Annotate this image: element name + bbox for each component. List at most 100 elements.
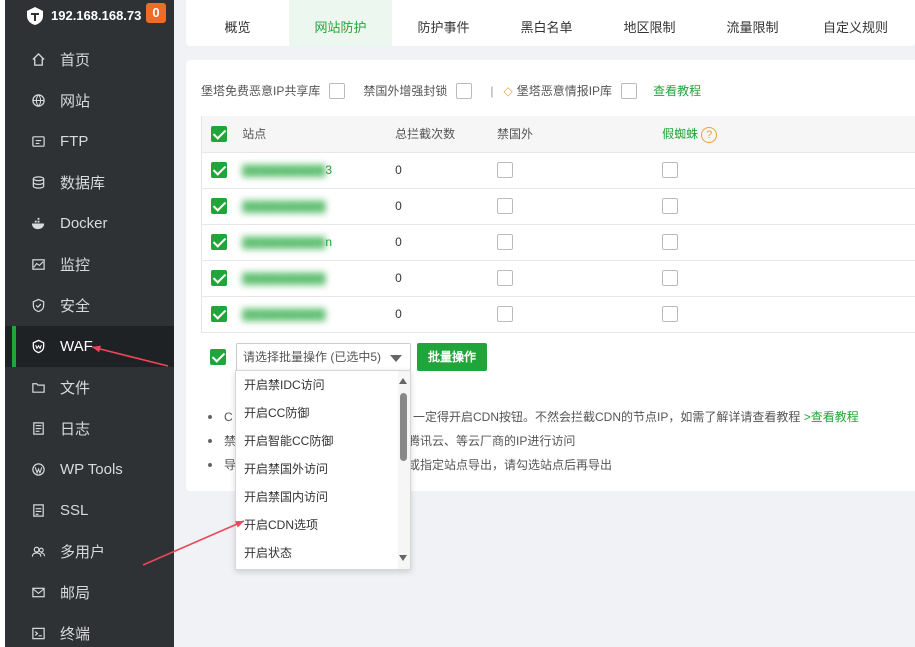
divider: | (490, 83, 494, 98)
sites-table: 站点 总拦截次数 禁国外 假蜘蛛? ▇▇▇▇▇▇▇▇▇3 0 ▇▇▇▇▇▇▇▇▇ 0 ▇… (201, 116, 915, 333)
scroll-down-icon[interactable] (399, 555, 407, 561)
dropdown-option[interactable]: 开启CC防御 (236, 399, 410, 427)
row-checkbox[interactable] (211, 162, 227, 178)
sidebar-item-label: 终端 (60, 626, 91, 643)
sidebar-item-wp-tools[interactable]: WP Tools (5, 449, 174, 490)
sidebar-item-label: WP Tools (60, 461, 123, 478)
share-ip-checkbox[interactable] (329, 82, 346, 99)
foreign-block-checkbox[interactable] (497, 162, 514, 178)
waf-icon (30, 339, 46, 355)
spider-label: 假蜘蛛 (662, 126, 699, 141)
sidebar-item-waf[interactable]: WAF (5, 326, 174, 367)
sidebar-item-label: 多用户 (60, 544, 106, 561)
sidebar-item-监控[interactable]: 监控 (5, 244, 174, 285)
sidebar: 192.168.168.73 0 首页网站 FTP 数据库 Docker 监控安全 WAF… (0, 0, 174, 647)
server-ip: 192.168.168.73 (51, 8, 142, 23)
foreign-block-checkbox[interactable] (497, 306, 514, 322)
sidebar-item-终端[interactable]: 终端 (5, 613, 174, 647)
sidebar-item-安全[interactable]: 安全 (5, 285, 174, 326)
folder-icon (30, 380, 46, 396)
bt-logo-icon (27, 6, 43, 25)
site-name-tail[interactable]: n (325, 235, 332, 249)
tab-6[interactable]: 自定义规则 (804, 0, 907, 46)
database-icon (30, 175, 46, 191)
table-row: ▇▇▇▇▇▇▇▇▇ 0 (201, 188, 915, 225)
table-row: ▇▇▇▇▇▇▇▇▇n 0 (201, 224, 915, 261)
sidebar-item-首页[interactable]: 首页 (5, 39, 174, 80)
scrollbar-thumb[interactable] (400, 393, 407, 461)
row-checkbox[interactable] (211, 234, 227, 250)
sidebar-item-docker[interactable]: Docker (5, 203, 174, 244)
notification-badge[interactable]: 0 (146, 3, 166, 23)
fake-spider-checkbox[interactable] (662, 234, 679, 250)
dropdown-option[interactable]: 开启智能CC防御 (236, 427, 410, 455)
batch-select-value: 请选择批量操作 (已选中5) (243, 350, 382, 364)
dropdown-option[interactable]: 开启状态 (236, 539, 410, 567)
sidebar-item-多用户[interactable]: 多用户 (5, 531, 174, 572)
sidebar-item-label: 首页 (60, 52, 91, 69)
sidebar-item-文件[interactable]: 文件 (5, 367, 174, 408)
batch-operation-button[interactable]: 批量操作 (417, 343, 488, 371)
site-name-blurred[interactable]: ▇▇▇▇▇▇▇▇▇ (242, 271, 325, 285)
row-checkbox[interactable] (211, 270, 227, 286)
monitor-icon (30, 257, 46, 273)
foreign-block-checkbox[interactable] (497, 198, 514, 214)
batch-operation-select[interactable]: 请选择批量操作 (已选中5) (236, 343, 411, 371)
block-count: 0 (395, 152, 498, 189)
site-name-blurred[interactable]: ▇▇▇▇▇▇▇▇▇ (242, 235, 325, 249)
select-all-checkbox[interactable] (211, 125, 227, 142)
batch-bar: 请选择批量操作 (已选中5) 批量操作 (210, 343, 488, 371)
sidebar-item-label: WAF (60, 338, 93, 355)
sidebar-item-ssl[interactable]: SSL (5, 490, 174, 531)
dropdown-option[interactable]: 开启禁国外访问 (236, 455, 410, 483)
sidebar-item-label: 网站 (60, 93, 91, 110)
tab-1[interactable]: 网站防护 (289, 0, 392, 46)
scroll-up-icon[interactable] (399, 378, 407, 384)
sidebar-item-label: FTP (60, 133, 89, 150)
table-row: ▇▇▇▇▇▇▇▇▇ 0 (201, 260, 915, 297)
docker-icon (30, 216, 46, 232)
sidebar-item-数据库[interactable]: 数据库 (5, 162, 174, 203)
tutorial-link[interactable]: 查看教程 (653, 82, 701, 99)
foreign-block-checkbox[interactable] (497, 270, 514, 286)
batch-select-checkbox[interactable] (210, 349, 226, 365)
help-icon[interactable]: ? (701, 126, 718, 143)
shield-icon (30, 298, 46, 314)
note-tutorial-link[interactable]: >查看教程 (804, 410, 859, 424)
fake-spider-checkbox[interactable] (662, 162, 679, 178)
tab-0[interactable]: 概览 (186, 0, 289, 46)
sidebar-menu: 首页网站 FTP 数据库 Docker 监控安全 WAF 文件 日志 WP Tools SSL 多用… (5, 39, 174, 647)
dropdown-option[interactable]: 开启禁国内访问 (236, 483, 410, 511)
sidebar-item-ftp[interactable]: FTP (5, 121, 174, 162)
wordpress-icon (30, 462, 46, 478)
site-name-blurred[interactable]: ▇▇▇▇▇▇▇▇▇ (242, 163, 325, 177)
waf-tabbar: 概览 网站防护 防护事件 黑白名单 地区限制 流量限制 自定义规则 (186, 0, 915, 46)
global-options: 堡塔免费恶意IP共享库 禁国外增强封锁 | ◇ 堡塔恶意情报IP库 查看教程 (201, 82, 701, 99)
row-checkbox[interactable] (211, 198, 227, 214)
share-ip-label: 堡塔免费恶意IP共享库 (201, 84, 321, 98)
intel-ip-checkbox[interactable] (621, 82, 638, 99)
sidebar-item-label: 安全 (60, 298, 91, 315)
row-checkbox[interactable] (211, 306, 227, 322)
dropdown-option[interactable]: 开启CDN选项 (236, 511, 410, 539)
sidebar-item-邮局[interactable]: 邮局 (5, 572, 174, 613)
foreign-block-checkbox[interactable] (497, 234, 514, 250)
tab-4[interactable]: 地区限制 (598, 0, 701, 46)
server-header[interactable]: 192.168.168.73 0 (5, 0, 174, 31)
site-name-blurred[interactable]: ▇▇▇▇▇▇▇▇▇ (242, 307, 325, 321)
site-name-blurred[interactable]: ▇▇▇▇▇▇▇▇▇ (242, 199, 325, 213)
spider-column-header: 假蜘蛛? (662, 116, 915, 153)
site-name-tail[interactable]: 3 (325, 163, 332, 177)
sidebar-item-日志[interactable]: 日志 (5, 408, 174, 449)
tab-5[interactable]: 流量限制 (701, 0, 804, 46)
tab-2[interactable]: 防护事件 (392, 0, 495, 46)
block-foreign-checkbox[interactable] (456, 82, 473, 99)
dropdown-option[interactable]: 开启禁IDC访问 (236, 371, 410, 399)
tab-3[interactable]: 黑白名单 (495, 0, 598, 46)
sidebar-item-网站[interactable]: 网站 (5, 80, 174, 121)
table-header-row: 站点 总拦截次数 禁国外 假蜘蛛? (201, 116, 915, 153)
site-column-header: 站点 (242, 116, 396, 153)
fake-spider-checkbox[interactable] (662, 306, 679, 322)
fake-spider-checkbox[interactable] (662, 198, 679, 214)
fake-spider-checkbox[interactable] (662, 270, 679, 286)
